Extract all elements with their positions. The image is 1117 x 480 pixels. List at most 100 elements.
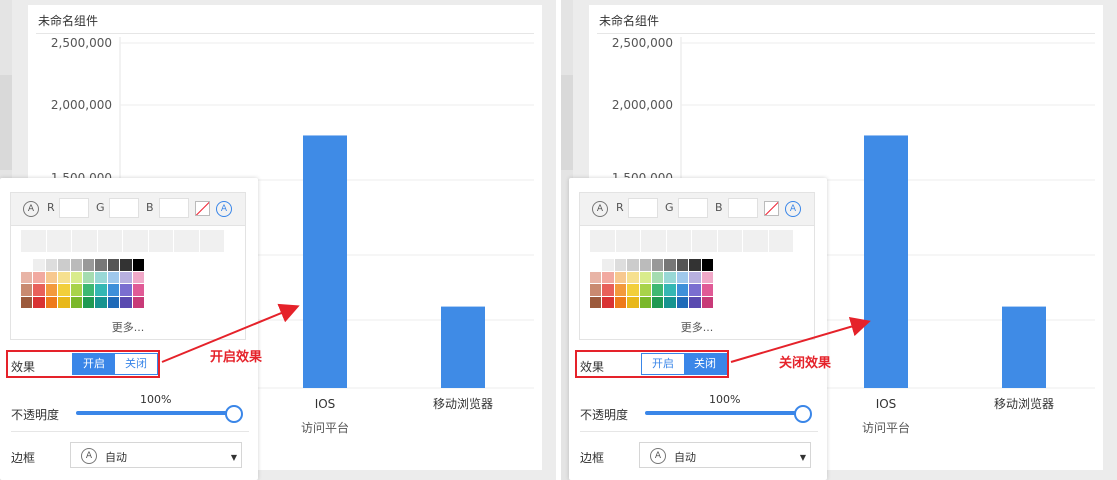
color-swatch[interactable] [33,296,46,310]
color-swatch[interactable] [614,296,628,310]
color-swatch[interactable] [689,284,702,297]
border-select[interactable]: A 自动 ▼ [639,442,811,468]
color-swatch[interactable] [639,296,652,310]
color-swatch[interactable] [132,296,145,310]
b-input[interactable] [728,198,758,218]
color-swatch[interactable] [58,271,71,285]
color-swatch[interactable] [95,296,108,310]
color-swatch[interactable] [45,284,59,297]
color-swatch[interactable] [676,271,690,285]
color-swatch[interactable] [701,259,714,272]
color-swatch[interactable] [58,284,71,297]
no-color-icon[interactable] [764,201,779,216]
opacity-slider-handle[interactable] [225,405,243,423]
color-swatch[interactable] [58,296,71,310]
color-swatch[interactable] [602,271,615,285]
color-swatch[interactable] [132,271,145,285]
auto-circle-icon[interactable]: A [23,201,39,217]
auto-circle-icon[interactable]: A [216,201,232,217]
color-swatch[interactable] [70,296,83,310]
more-colors-link[interactable]: 更多... [11,319,245,335]
color-swatch[interactable] [701,296,714,310]
color-swatch[interactable] [676,284,690,297]
color-swatch[interactable] [107,259,121,272]
color-swatch[interactable] [639,284,652,297]
color-swatch[interactable] [21,284,34,297]
g-input[interactable] [678,198,708,218]
color-swatch[interactable] [664,259,677,272]
no-color-icon[interactable] [195,201,210,216]
color-swatch[interactable] [689,271,702,285]
color-swatch[interactable] [82,284,96,297]
color-swatch[interactable] [689,296,702,310]
color-swatch[interactable] [590,296,603,310]
color-swatch[interactable] [590,284,603,297]
color-swatch[interactable] [21,296,34,310]
auto-circle-icon[interactable]: A [592,201,608,217]
opacity-slider-handle[interactable] [794,405,812,423]
color-swatch[interactable] [602,284,615,297]
color-swatch[interactable] [95,284,108,297]
color-swatch[interactable] [120,271,133,285]
color-swatch[interactable] [664,296,677,310]
color-swatch[interactable] [627,271,640,285]
color-palette[interactable] [590,259,714,310]
color-swatch[interactable] [639,259,652,272]
color-swatch[interactable] [107,271,121,285]
recent-colors[interactable] [590,230,802,252]
color-swatch[interactable] [627,259,640,272]
r-input[interactable] [628,198,658,218]
color-swatch[interactable] [21,259,34,272]
color-swatch[interactable] [132,284,145,297]
g-input[interactable] [109,198,139,218]
color-swatch[interactable] [614,284,628,297]
color-swatch[interactable] [70,271,83,285]
color-swatch[interactable] [602,296,615,310]
color-swatch[interactable] [602,259,615,272]
color-swatch[interactable] [58,259,71,272]
color-palette[interactable] [21,259,145,310]
color-swatch[interactable] [651,271,665,285]
color-swatch[interactable] [627,284,640,297]
color-swatch[interactable] [21,271,34,285]
color-swatch[interactable] [120,296,133,310]
color-swatch[interactable] [676,259,690,272]
border-select[interactable]: A 自动 ▼ [70,442,242,468]
color-swatch[interactable] [651,296,665,310]
auto-circle-icon[interactable]: A [785,201,801,217]
color-swatch[interactable] [614,271,628,285]
opacity-slider[interactable] [645,411,801,415]
color-swatch[interactable] [701,284,714,297]
color-swatch[interactable] [639,271,652,285]
color-swatch[interactable] [120,259,133,272]
color-swatch[interactable] [132,259,145,272]
color-swatch[interactable] [45,296,59,310]
r-input[interactable] [59,198,89,218]
color-swatch[interactable] [676,296,690,310]
color-swatch[interactable] [45,271,59,285]
color-swatch[interactable] [33,271,46,285]
color-swatch[interactable] [120,284,133,297]
color-swatch[interactable] [627,296,640,310]
color-swatch[interactable] [651,259,665,272]
color-swatch[interactable] [70,284,83,297]
color-swatch[interactable] [107,296,121,310]
color-swatch[interactable] [590,259,603,272]
color-swatch[interactable] [70,259,83,272]
color-swatch[interactable] [33,284,46,297]
color-swatch[interactable] [45,259,59,272]
more-colors-link[interactable]: 更多... [580,319,814,335]
color-swatch[interactable] [107,284,121,297]
color-swatch[interactable] [614,259,628,272]
color-swatch[interactable] [95,259,108,272]
color-swatch[interactable] [82,259,96,272]
opacity-slider[interactable] [76,411,232,415]
color-swatch[interactable] [590,271,603,285]
color-swatch[interactable] [33,259,46,272]
color-swatch[interactable] [701,271,714,285]
b-input[interactable] [159,198,189,218]
color-swatch[interactable] [689,259,702,272]
recent-colors[interactable] [21,230,233,252]
color-swatch[interactable] [95,271,108,285]
color-swatch[interactable] [82,271,96,285]
